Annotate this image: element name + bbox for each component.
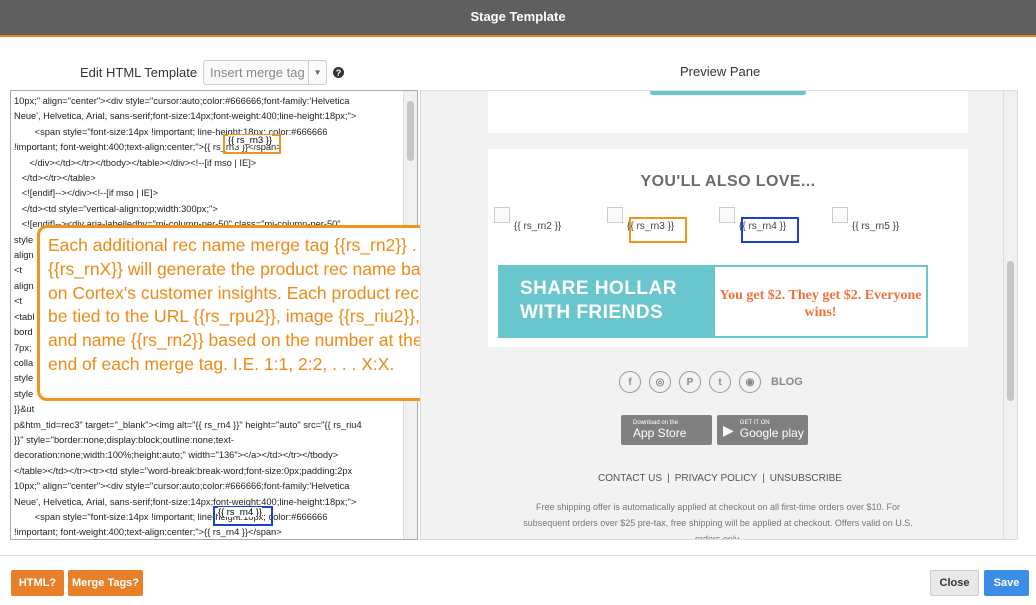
- preview-pane: YOU'LL ALSO LOVE... {{ rs_rn2 }} {{ rs_r…: [420, 90, 1018, 540]
- code-line[interactable]: }}&ut: [14, 402, 400, 417]
- code-line[interactable]: </td></tr></table>: [14, 171, 400, 186]
- google-play-text: GET IT ON Google play: [740, 420, 804, 440]
- merge-tag-placeholder: Insert merge tag: [210, 65, 305, 80]
- code-line[interactable]: 10px;" align="center"><div style="cursor…: [14, 94, 400, 109]
- link-separator: |: [762, 473, 765, 484]
- google-play-icon: ▶: [723, 421, 734, 438]
- google-play-big: Google play: [739, 426, 804, 440]
- code-line[interactable]: Neue', Helvetica, Arial, sans-serif;font…: [14, 109, 400, 124]
- link-separator: |: [667, 473, 670, 484]
- blog-link[interactable]: BLOG: [771, 376, 803, 388]
- instagram-icon[interactable]: ◎: [649, 371, 671, 393]
- save-button[interactable]: Save: [984, 570, 1029, 596]
- code-line[interactable]: <span style="font-size:14px !important; …: [14, 125, 400, 140]
- highlight-rs-rn4: {{ rs_rn4 }}: [213, 506, 273, 526]
- social-links: f ◎ P t ◉ BLOG: [619, 371, 803, 393]
- footer-divider: [0, 555, 1036, 556]
- preview-scroll-thumb[interactable]: [1007, 261, 1014, 401]
- editor-scroll-thumb[interactable]: [407, 101, 414, 161]
- preview-top-block: [488, 91, 968, 133]
- facebook-icon[interactable]: f: [619, 371, 641, 393]
- editor-label: Edit HTML Template: [80, 65, 198, 80]
- code-line[interactable]: </table></td></tr><tr><td style="word-br…: [14, 464, 400, 479]
- twitter-icon[interactable]: t: [709, 371, 731, 393]
- preview-top-bar: [650, 91, 806, 95]
- app-store-badge[interactable]: Download on the App Store: [621, 415, 712, 445]
- window-title: Stage Template: [0, 0, 1036, 37]
- highlight-rec-4: [741, 217, 799, 243]
- merge-tag-select[interactable]: Insert merge tag ▼: [203, 60, 328, 85]
- privacy-policy-link[interactable]: PRIVACY POLICY: [675, 473, 757, 484]
- recs-heading: YOU'LL ALSO LOVE...: [640, 173, 816, 190]
- share-banner[interactable]: SHARE HOLLAR WITH FRIENDS You get $2. Th…: [498, 265, 928, 338]
- preview-scrollbar[interactable]: [1003, 91, 1017, 539]
- snapchat-icon[interactable]: ◉: [739, 371, 761, 393]
- code-line[interactable]: !important; font-weight:400;text-align:c…: [14, 525, 400, 539]
- highlight-rs-rn3: {{ rs_rn3 }}: [223, 134, 281, 154]
- pinterest-icon[interactable]: P: [679, 371, 701, 393]
- footer-links: CONTACT US | PRIVACY POLICY | UNSUBSCRIBE: [421, 473, 1017, 484]
- code-line[interactable]: </div></td></tr></tbody></table></div><!…: [14, 156, 400, 171]
- unsubscribe-link[interactable]: UNSUBSCRIBE: [770, 473, 842, 484]
- code-line[interactable]: Neue', Helvetica, Arial, sans-serif;font…: [14, 495, 400, 510]
- highlight-rec-3: [629, 217, 687, 243]
- rec-name-5: {{ rs_rn5 }}: [852, 221, 900, 232]
- close-button[interactable]: Close: [930, 570, 979, 596]
- app-store-text: Download on the App Store: [633, 420, 686, 440]
- code-line[interactable]: <span style="font-size:14px !important; …: [14, 510, 400, 525]
- google-play-badge[interactable]: ▶ GET IT ON Google play: [717, 415, 808, 445]
- rec-item-5[interactable]: {{ rs_rn5 }}: [832, 207, 899, 232]
- html-help-button[interactable]: HTML?: [11, 570, 64, 596]
- chevron-down-icon: ▼: [308, 61, 326, 84]
- broken-image-icon: [719, 207, 735, 223]
- share-banner-title: SHARE HOLLAR WITH FRIENDS: [500, 267, 715, 336]
- merge-tags-help-button[interactable]: Merge Tags?: [68, 570, 143, 596]
- help-icon[interactable]: ?: [333, 67, 345, 78]
- highlight-rs-rn3-text: {{ rs_rn3 }}: [228, 135, 272, 145]
- code-line[interactable]: <![endif]--></div><!--[if mso | IE]>: [14, 186, 400, 201]
- share-banner-offer: You get $2. They get $2. Everyone wins!: [715, 267, 926, 336]
- code-line[interactable]: }}" style="border:none;display:block;out…: [14, 433, 400, 448]
- callout-annotation: Each additional rec name merge tag {{rs_…: [37, 225, 463, 401]
- broken-image-icon: [832, 207, 848, 223]
- code-line[interactable]: </td><td style="vertical-align:top;width…: [14, 202, 400, 217]
- code-line[interactable]: decoration:none;width:100%;height:auto;"…: [14, 448, 400, 463]
- rec-name-2: {{ rs_rn2 }}: [514, 221, 562, 232]
- fine-print: Free shipping offer is automatically app…: [523, 502, 913, 540]
- code-line[interactable]: p&htm_tid=rec3" target="_blank"><img alt…: [14, 418, 400, 433]
- preview-label: Preview Pane: [680, 64, 761, 79]
- contact-us-link[interactable]: CONTACT US: [598, 473, 662, 484]
- highlight-rs-rn4-text: {{ rs_rn4 }}: [218, 507, 262, 517]
- broken-image-icon: [494, 207, 510, 223]
- code-line[interactable]: 10px;" align="center"><div style="cursor…: [14, 479, 400, 494]
- app-store-big: App Store: [633, 426, 687, 440]
- editor-header: Edit HTML Template Insert merge tag ▼ ?: [80, 60, 345, 85]
- rec-item-2[interactable]: {{ rs_rn2 }}: [494, 207, 561, 232]
- recommendation-card: YOU'LL ALSO LOVE... {{ rs_rn2 }} {{ rs_r…: [488, 149, 968, 347]
- code-line[interactable]: !important; font-weight:400;text-align:c…: [14, 140, 400, 155]
- broken-image-icon: [607, 207, 623, 223]
